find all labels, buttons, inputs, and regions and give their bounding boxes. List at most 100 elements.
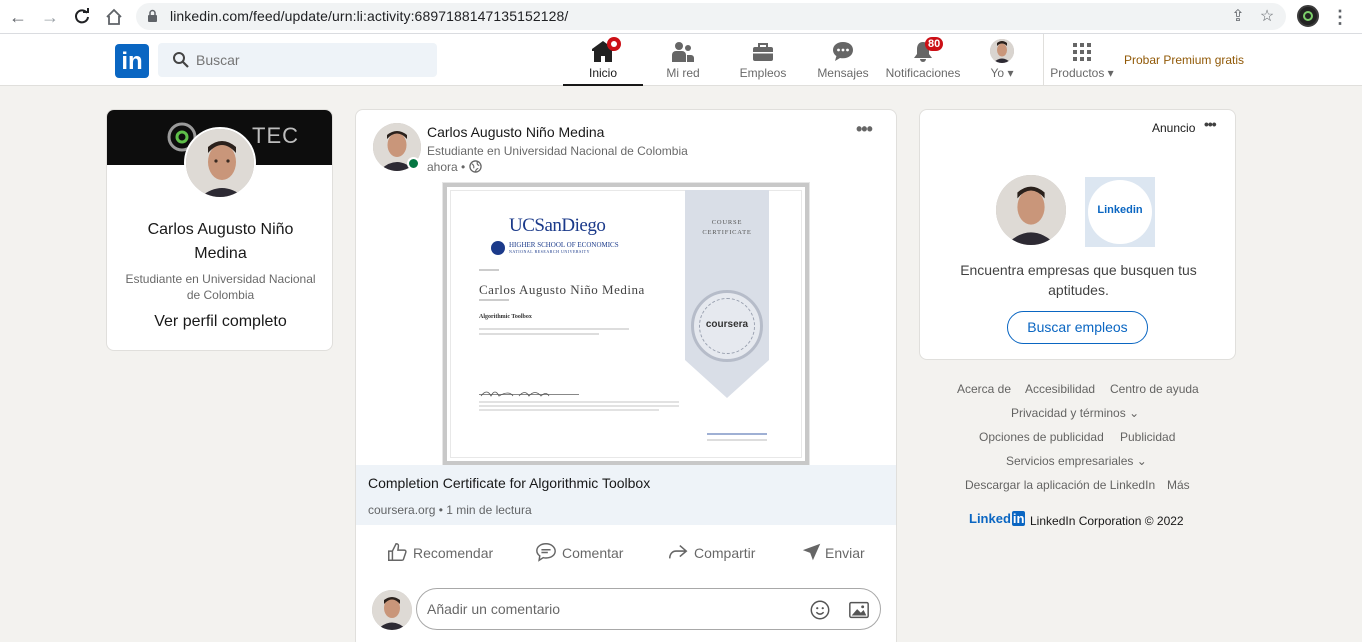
profile-card: TEC Carlos Augusto Niño Medina Estudiant… [106, 109, 333, 351]
view-profile-link[interactable]: Ver perfil completo [107, 313, 332, 331]
notifications-badge: 80 [925, 37, 944, 51]
share-button[interactable]: Compartir [667, 529, 767, 577]
ad-text: Encuentra empresas que busquen tus aptit… [960, 262, 1197, 298]
footer-copyright: LinkedIn Corporation © 2022 [1030, 514, 1184, 528]
certificate-image[interactable]: UCSanDiego HIGHER SCHOOL OF ECONOMICS NA… [442, 182, 810, 466]
share-arrow-icon [668, 544, 688, 559]
comment-icon [536, 543, 556, 562]
banner-text: TEC [252, 123, 299, 148]
forward-icon[interactable]: → [38, 5, 62, 29]
nav-products-label: Productos ▾ [1050, 66, 1114, 80]
footer-linkedin-logo: Linked in [969, 511, 1026, 526]
nav-network[interactable]: Mi red [643, 34, 723, 86]
address-bar[interactable]: linkedin.com/feed/update/urn:li:activity… [136, 3, 1286, 30]
cert-org: UCSanDiego [509, 215, 606, 236]
thumbs-up-icon [388, 543, 407, 561]
nav-products[interactable]: Productos ▾ [1046, 34, 1118, 86]
ad-label: Anuncio [1152, 121, 1196, 135]
premium-link[interactable]: Probar Premium gratis [1124, 53, 1244, 67]
cert-org3: NATIONAL RESEARCH UNIVERSITY [509, 249, 590, 254]
nav-me[interactable]: Yo ▾ [976, 34, 1028, 86]
profile-name[interactable]: Carlos Augusto Niño Medina [127, 218, 314, 266]
seal-text: coursera [705, 319, 749, 330]
footer-privacy[interactable]: Privacidad y términos ⌄ [1011, 406, 1139, 420]
people-icon [672, 42, 694, 62]
nav-notifications[interactable]: 80 Notificaciones [883, 34, 963, 86]
me-avatar [990, 39, 1014, 63]
find-jobs-button[interactable]: Buscar empleos [1007, 311, 1148, 344]
send-label: Enviar [825, 545, 865, 561]
cert-org2: HIGHER SCHOOL OF ECONOMICS [509, 241, 619, 249]
chevron-down-icon: ⌄ [1136, 454, 1147, 468]
post-author-name[interactable]: Carlos Augusto Niño Medina [427, 124, 604, 140]
send-button[interactable]: Enviar [801, 529, 871, 577]
link-preview[interactable]: Completion Certificate for Algorithmic T… [356, 465, 896, 525]
reload-icon[interactable] [70, 5, 94, 29]
comment-box[interactable]: Añadir un comentario [416, 588, 881, 630]
profile-avatar[interactable] [184, 127, 256, 199]
home-dot-badge [607, 37, 621, 51]
extension-icon[interactable] [1297, 5, 1319, 27]
ad-user-avatar [996, 175, 1066, 245]
link-title[interactable]: Completion Certificate for Algorithmic T… [368, 475, 650, 491]
post-time-text: ahora • [427, 160, 466, 174]
send-icon [802, 543, 821, 561]
chevron-down-icon: ⌄ [1129, 406, 1140, 420]
back-icon[interactable]: ← [6, 5, 30, 29]
footer-advertising[interactable]: Publicidad [1120, 430, 1175, 444]
nav-home[interactable]: Inicio [563, 34, 643, 86]
nav-messages[interactable]: Mensajes [803, 34, 883, 86]
search-input[interactable] [196, 43, 426, 77]
comment-label: Comentar [562, 545, 624, 561]
footer-ad-options[interactable]: Opciones de publicidad [979, 430, 1104, 444]
comment-button[interactable]: Comentar [535, 529, 635, 577]
nav-divider [1043, 34, 1044, 86]
menu-icon[interactable]: ⋮ [1328, 5, 1352, 29]
share-icon[interactable]: ⇪ [1228, 7, 1248, 27]
nav-me-label: Yo ▾ [990, 66, 1014, 80]
ad-company-logo: Linkedin [1085, 177, 1155, 247]
search-icon [173, 52, 189, 68]
emoji-icon[interactable] [809, 599, 831, 621]
briefcase-icon [753, 43, 773, 61]
footer-download-app[interactable]: Descargar la aplicación de LinkedIn [965, 478, 1155, 492]
nav-jobs-label: Empleos [739, 66, 787, 80]
coursera-seal: coursera [691, 290, 763, 362]
nav-messages-label: Mensajes [817, 66, 869, 80]
message-icon [833, 42, 853, 61]
linkedin-logo[interactable]: in [115, 44, 149, 78]
nav-home-label: Inicio [588, 66, 617, 80]
lock-icon [148, 9, 157, 22]
search-box[interactable] [158, 43, 437, 77]
link-source: coursera.org • 1 min de lectura [368, 503, 532, 517]
chevron-down-icon: ▾ [1007, 66, 1014, 80]
certificate-ribbon: COURSE CERTIFICATE coursera [685, 190, 769, 398]
image-icon[interactable] [848, 599, 870, 621]
hse-logo-icon [491, 241, 505, 255]
post-more-icon[interactable]: ••• [856, 119, 873, 140]
share-label: Compartir [694, 545, 756, 561]
home-icon[interactable] [102, 5, 126, 29]
like-label: Recomendar [413, 545, 494, 561]
post-time: ahora • [427, 160, 482, 174]
footer-help[interactable]: Centro de ayuda [1110, 382, 1199, 396]
ad-more-icon[interactable]: ••• [1204, 116, 1217, 132]
commenter-avatar [372, 590, 412, 630]
nav-network-label: Mi red [666, 66, 700, 80]
footer-business[interactable]: Servicios empresariales ⌄ [1006, 454, 1147, 468]
profile-headline: Estudiante en Universidad Nacional de Co… [125, 272, 316, 302]
nav-notifications-label: Notificaciones [885, 66, 961, 80]
globe-icon [468, 160, 482, 173]
nav-jobs[interactable]: Empleos [723, 34, 803, 86]
footer-accessibility[interactable]: Accesibilidad [1025, 382, 1095, 396]
ad-logo-text: Linkedin [1097, 204, 1143, 216]
like-button[interactable]: Recomendar [386, 529, 506, 577]
footer-more[interactable]: Más [1167, 478, 1190, 492]
url-text: linkedin.com/feed/update/urn:li:activity… [170, 8, 569, 24]
grid-icon [1073, 43, 1091, 61]
star-icon[interactable]: ☆ [1257, 7, 1277, 27]
footer-about[interactable]: Acerca de [957, 382, 1011, 396]
ad-card: Anuncio ••• Linkedin Encuentra empresas … [919, 109, 1236, 360]
comment-input[interactable]: Añadir un comentario [427, 601, 560, 617]
chevron-down-icon: ▾ [1107, 66, 1114, 80]
